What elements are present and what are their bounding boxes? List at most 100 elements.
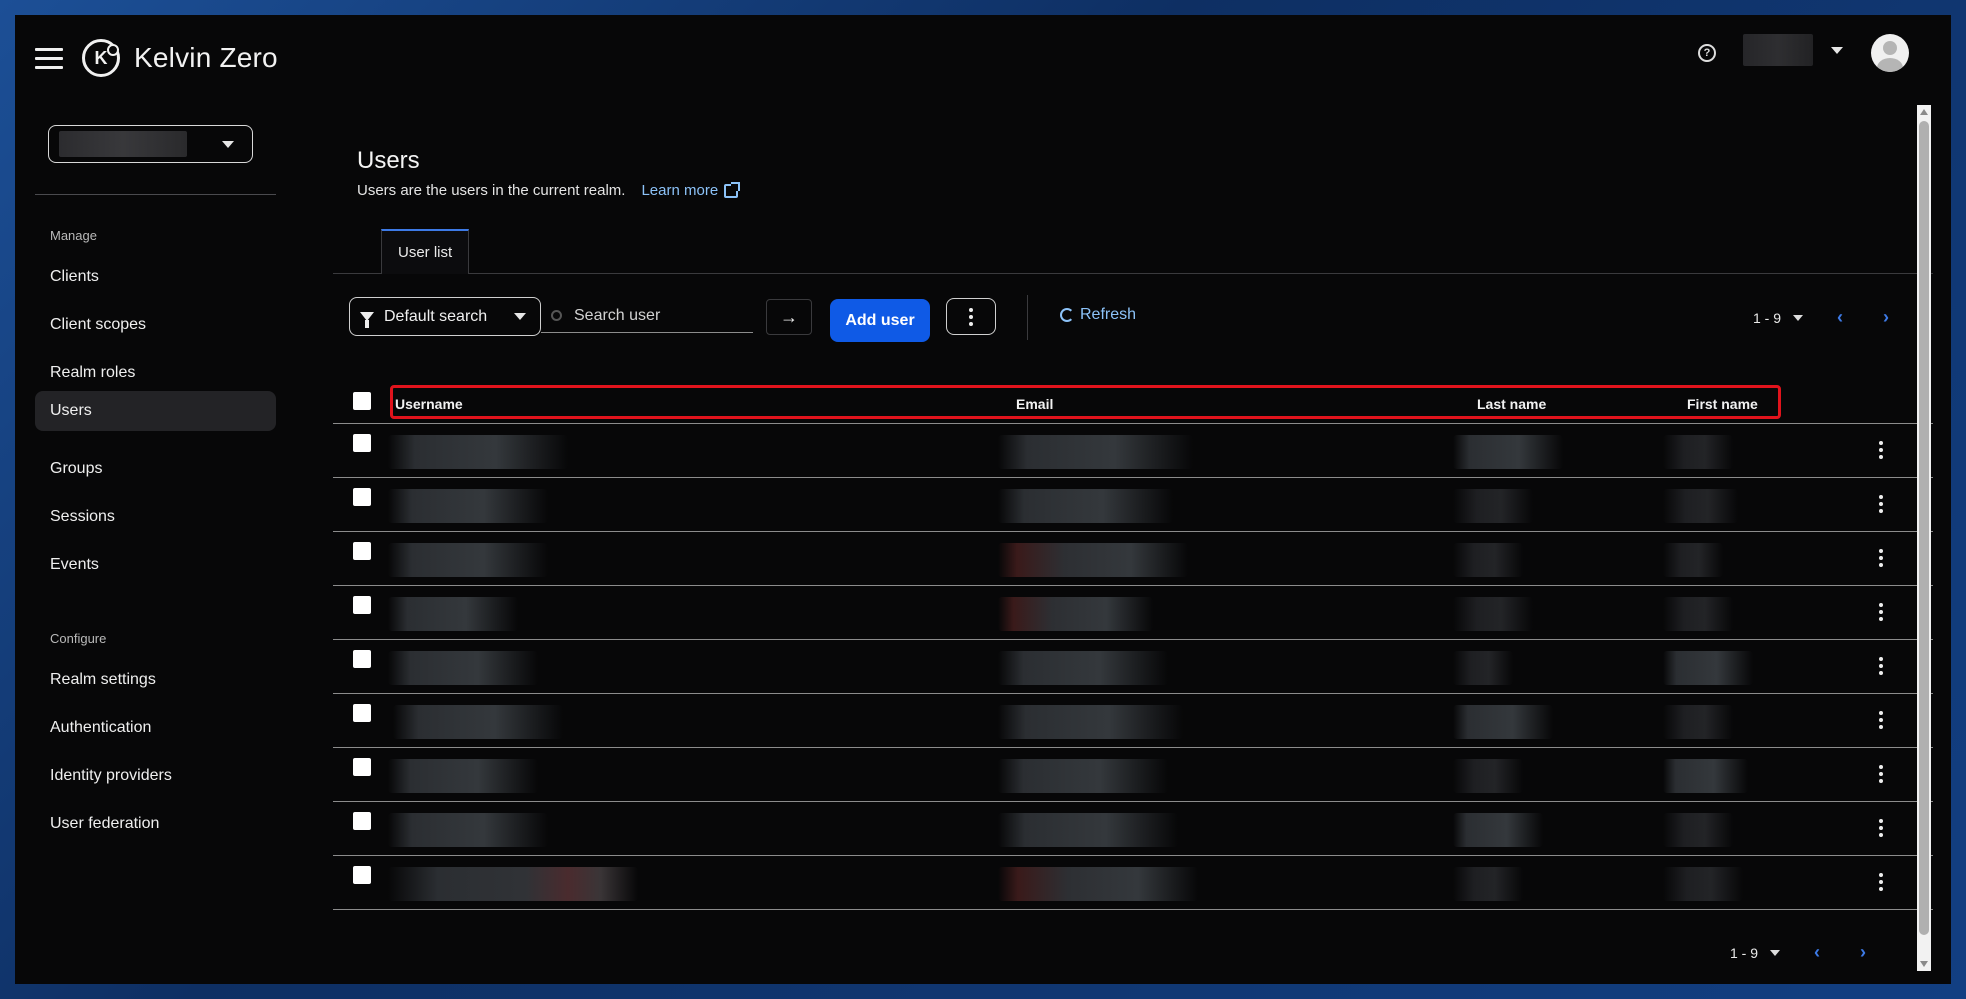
kebab-icon[interactable] — [1879, 763, 1883, 784]
user-avatar-icon[interactable] — [1871, 34, 1909, 72]
prev-page-icon[interactable]: ‹ — [1837, 307, 1843, 328]
table-row — [333, 640, 1933, 694]
table-row — [333, 748, 1933, 802]
sidebar-item-realm-roles[interactable]: Realm roles — [35, 353, 276, 393]
redacted-username — [388, 435, 568, 469]
table-row — [333, 424, 1933, 478]
kebab-icon[interactable] — [1879, 871, 1883, 892]
redacted-first-name — [1663, 813, 1733, 847]
main-content: Users Users are the users in the current… — [333, 105, 1933, 984]
search-input[interactable] — [574, 306, 744, 325]
hamburger-icon[interactable] — [35, 48, 63, 70]
sidebar-item-clients[interactable]: Clients — [35, 257, 276, 297]
search-icon — [551, 310, 562, 321]
pagination-bottom: 1 - 9 ‹ › — [1730, 942, 1866, 963]
users-table: Username Email Last name First name — [333, 382, 1933, 910]
help-icon[interactable]: ? — [1698, 44, 1716, 62]
column-header-last-name[interactable]: Last name — [1477, 396, 1546, 412]
redacted-first-name — [1663, 597, 1733, 631]
redacted-last-name — [1453, 489, 1533, 523]
sidebar-item-realm-settings[interactable]: Realm settings — [35, 660, 276, 700]
brand-logo[interactable]: K Kelvin Zero — [82, 39, 278, 77]
search-type-dropdown[interactable]: Default search — [349, 297, 541, 336]
pagination-range[interactable]: 1 - 9 — [1753, 310, 1781, 326]
kebab-icon[interactable] — [1879, 547, 1883, 568]
user-menu-dropdown[interactable] — [1743, 34, 1843, 66]
redacted-last-name — [1453, 705, 1553, 739]
kebab-icon[interactable] — [1879, 655, 1883, 676]
redacted-first-name — [1663, 543, 1723, 577]
masthead: K Kelvin Zero ? — [15, 15, 1951, 105]
kebab-icon[interactable] — [1879, 601, 1883, 622]
kebab-icon[interactable] — [1879, 439, 1883, 460]
redacted-username — [388, 651, 538, 685]
sidebar: Manage Clients Client scopes Realm roles… — [15, 105, 285, 984]
pagination-range[interactable]: 1 - 9 — [1730, 945, 1758, 961]
sidebar-item-authentication[interactable]: Authentication — [35, 708, 276, 748]
page-description: Users are the users in the current realm… — [357, 182, 626, 199]
sidebar-item-client-scopes[interactable]: Client scopes — [35, 305, 276, 345]
sidebar-item-users[interactable]: Users — [35, 391, 276, 431]
column-header-first-name[interactable]: First name — [1687, 396, 1758, 412]
toolbar-kebab-button[interactable] — [946, 298, 996, 335]
learn-more-link[interactable]: Learn more — [641, 181, 741, 199]
next-page-icon[interactable]: › — [1860, 942, 1866, 963]
row-checkbox[interactable] — [353, 758, 371, 776]
realm-selector[interactable] — [48, 125, 253, 163]
caret-down-icon[interactable] — [1793, 314, 1804, 321]
redacted-first-name — [1663, 867, 1743, 901]
prev-page-icon[interactable]: ‹ — [1814, 942, 1820, 963]
tab-user-list[interactable]: User list — [381, 229, 470, 274]
add-user-button[interactable]: Add user — [830, 299, 930, 342]
redacted-email — [998, 813, 1178, 847]
caret-down-icon[interactable] — [1770, 949, 1781, 956]
app-title: Kelvin Zero — [134, 42, 278, 73]
redacted-username — [393, 705, 563, 739]
refresh-button[interactable]: Refresh — [1060, 306, 1136, 324]
sidebar-divider — [35, 194, 276, 195]
kebab-icon[interactable] — [1879, 709, 1883, 730]
redacted-email — [998, 651, 1168, 685]
vertical-scrollbar[interactable] — [1917, 105, 1931, 971]
table-row — [333, 694, 1933, 748]
row-checkbox[interactable] — [353, 596, 371, 614]
filter-icon — [360, 312, 374, 328]
redacted-username — [388, 867, 638, 901]
app-window: K Kelvin Zero ? Manage Clients Client sc… — [15, 15, 1951, 984]
column-header-email[interactable]: Email — [1016, 396, 1053, 412]
select-all-checkbox[interactable] — [353, 392, 371, 410]
kebab-icon[interactable] — [1879, 493, 1883, 514]
redacted-email — [998, 435, 1193, 469]
column-header-username[interactable]: Username — [395, 396, 463, 412]
search-submit-button[interactable]: → — [766, 299, 812, 335]
scroll-up-arrow-icon[interactable] — [1920, 109, 1928, 115]
redacted-realm-name — [59, 131, 187, 157]
redacted-first-name — [1663, 705, 1733, 739]
kebab-icon[interactable] — [1879, 817, 1883, 838]
redacted-username — [388, 489, 548, 523]
redacted-email — [998, 867, 1198, 901]
filter-label: Default search — [384, 307, 488, 325]
pagination-top: 1 - 9 ‹ › — [1753, 307, 1889, 328]
table-row — [333, 802, 1933, 856]
sidebar-item-groups[interactable]: Groups — [35, 449, 276, 489]
scrollbar-thumb[interactable] — [1919, 121, 1929, 935]
row-checkbox[interactable] — [353, 488, 371, 506]
row-checkbox[interactable] — [353, 434, 371, 452]
caret-down-icon — [222, 140, 234, 148]
next-page-icon[interactable]: › — [1883, 307, 1889, 328]
scroll-down-arrow-icon[interactable] — [1920, 961, 1928, 967]
row-checkbox[interactable] — [353, 812, 371, 830]
redacted-email — [998, 705, 1183, 739]
row-checkbox[interactable] — [353, 866, 371, 884]
redacted-email — [998, 597, 1153, 631]
sidebar-item-user-federation[interactable]: User federation — [35, 804, 276, 844]
nav-section-manage: Manage — [50, 228, 97, 243]
row-checkbox[interactable] — [353, 704, 371, 722]
row-checkbox[interactable] — [353, 650, 371, 668]
kelvin-zero-logo-icon: K — [82, 39, 120, 77]
sidebar-item-events[interactable]: Events — [35, 545, 276, 585]
sidebar-item-sessions[interactable]: Sessions — [35, 497, 276, 537]
sidebar-item-identity-providers[interactable]: Identity providers — [35, 756, 276, 796]
row-checkbox[interactable] — [353, 542, 371, 560]
